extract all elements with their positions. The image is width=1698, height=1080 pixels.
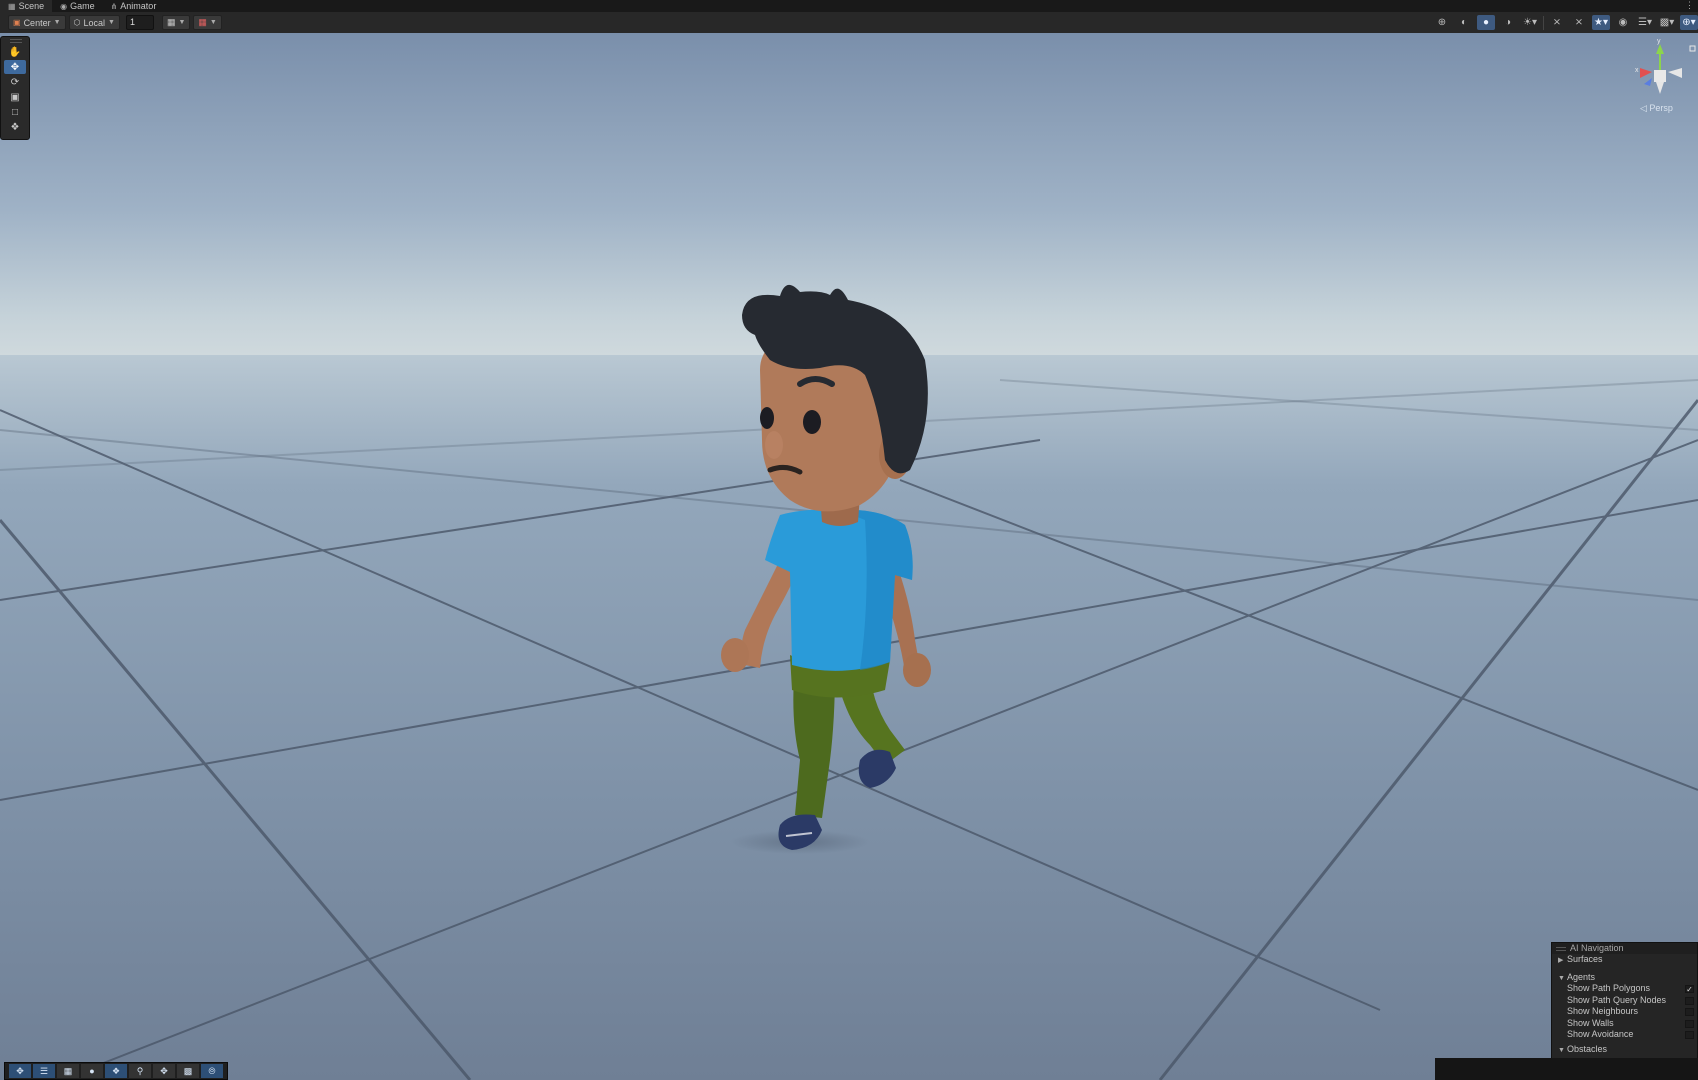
foldout-label: Surfaces — [1567, 954, 1603, 964]
space-dropdown[interactable]: ⬡ Local ▼ — [68, 15, 120, 30]
camera-icon[interactable]: ▩ — [177, 1064, 199, 1078]
option-label: Show Neighbours — [1567, 1006, 1639, 1016]
option-show-path-polygons[interactable]: Show Path Polygons ✓ — [1552, 983, 1697, 995]
overlay-grip-icon[interactable] — [1556, 947, 1566, 951]
tab-scene[interactable]: ▦ Scene — [0, 0, 53, 12]
bottom-overlay-toolbar: ✥ ☰ ▦ ● ❖ ⚲ ✥ ▩ ⦾ — [4, 1062, 228, 1080]
effects-toggle-icon[interactable]: ★▾ — [1592, 15, 1610, 30]
tab-bar: ▦ Scene ◉ Game ⋔ Animator ⋮ — [0, 0, 1698, 12]
projection-toggle[interactable]: ◁ Persp — [1640, 103, 1673, 114]
shaded-icon[interactable]: ● — [1477, 15, 1495, 30]
tab-label: Scene — [18, 1, 45, 11]
camera-settings-icon[interactable]: ▩▾ — [1658, 15, 1676, 30]
option-label: Show Path Polygons — [1567, 983, 1651, 993]
hand-tool-icon[interactable]: ✋ — [4, 45, 26, 59]
grid-snap-dropdown[interactable]: ▦ ▼ — [161, 15, 191, 30]
layers-icon[interactable]: ☰▾ — [1636, 15, 1654, 30]
shaded-wireframe-icon[interactable]: ◐ — [1455, 15, 1473, 30]
option-show-neighbours[interactable]: Show Neighbours — [1552, 1006, 1697, 1018]
move-tool-icon[interactable]: ✥ — [4, 60, 26, 74]
gizmos-icon[interactable]: ⊕▾ — [1680, 15, 1698, 30]
surface-snap-icon[interactable]: ❖ — [105, 1064, 127, 1078]
space-label: Local — [83, 17, 106, 28]
overlay-title[interactable]: AI Navigation — [1552, 943, 1697, 954]
audio-toggle-icon[interactable]: ⨯ — [1570, 15, 1588, 30]
chevron-right-icon: ▶ — [1558, 957, 1564, 964]
lighting-toggle-icon[interactable]: ⨯ — [1548, 15, 1566, 30]
divider — [1543, 15, 1544, 30]
checkbox[interactable] — [1685, 1008, 1694, 1016]
tab-animator[interactable]: ⋔ Animator — [103, 0, 165, 12]
chevron-down-icon: ▼ — [108, 19, 115, 26]
svg-text:y: y — [1657, 38, 1661, 45]
tab-label: Game — [70, 1, 95, 11]
checkbox[interactable] — [1685, 1019, 1694, 1028]
scale-tool-icon[interactable]: ▣ — [4, 90, 26, 104]
scene-render — [0, 33, 1698, 1080]
chevron-down-icon: ▼ — [53, 19, 61, 26]
chevron-down-icon: ▼ — [178, 19, 186, 26]
wireframe-icon[interactable]: ⊕ — [1433, 15, 1451, 30]
chevron-down-icon: ▼ — [1558, 1046, 1565, 1054]
surfaces-foldout[interactable]: ▶ Surfaces — [1552, 954, 1697, 966]
panel-grip-icon[interactable] — [10, 39, 22, 43]
pivot-icon: ▣ — [13, 18, 21, 27]
option-label: Show Walls — [1567, 1017, 1614, 1028]
svg-text:x: x — [1635, 67, 1639, 74]
scene-icon: ▦ — [8, 1, 16, 11]
option-show-avoidance[interactable]: Show Avoidance — [1552, 1029, 1697, 1041]
visibility-icon[interactable]: ◉ — [1614, 15, 1632, 30]
view-options: ⊕ ◐ ● ◑ ☀▾ ⨯ ⨯ ★▾ ◉ ☰▾ ▩▾ ⊕▾ — [1429, 12, 1698, 33]
debug-draw-icon[interactable]: ☀▾ — [1521, 15, 1539, 30]
ai-navigation-overlay: AI Navigation ▶ Surfaces ▼ Agents Show Pat… — [1551, 942, 1698, 1060]
obstacles-foldout[interactable]: ▼ Obstacles — [1552, 1044, 1697, 1056]
foldout-label: Obstacles — [1567, 1043, 1608, 1054]
bottom-overlay-strip — [1435, 1058, 1698, 1080]
agents-foldout[interactable]: ▼ Agents — [1552, 972, 1697, 984]
lit-icon[interactable]: ◑ — [1499, 15, 1517, 30]
rotate-tool-icon[interactable]: ⟳ — [4, 75, 26, 89]
scene-toolbar: ▣ Center ▼ ⬡ Local ▼ 1 ▦ ▼ ▦ ▼ ⊕ ◐ ● ◑ ☀… — [0, 12, 1698, 34]
cube-icon: ⬡ — [73, 18, 81, 27]
checkbox[interactable] — [1685, 1031, 1694, 1039]
chevron-down-icon: ▼ — [209, 19, 217, 26]
transform-tool-icon[interactable]: ❖ — [4, 120, 26, 134]
grid-snap-icon[interactable]: ▦ — [57, 1064, 79, 1078]
tab-game[interactable]: ◉ Game — [52, 0, 103, 12]
sphere-icon[interactable]: ● — [81, 1064, 103, 1078]
pivot-dropdown[interactable]: ▣ Center ▼ — [8, 15, 66, 30]
checkbox-checked[interactable]: ✓ — [1685, 985, 1694, 994]
gamepad-icon: ◉ — [60, 1, 68, 11]
grid-icon: ▦ — [198, 17, 207, 27]
align-icon[interactable]: ☰ — [33, 1064, 55, 1078]
tab-menu-icon[interactable]: ⋮ — [1685, 0, 1694, 11]
option-label: Show Path Query Nodes — [1567, 994, 1667, 1005]
grid-snap-icon: ▦ — [166, 17, 176, 27]
search-icon[interactable]: ⚲ — [129, 1064, 151, 1078]
checkbox[interactable] — [1685, 996, 1694, 1005]
rect-tool-icon[interactable]: □ — [4, 105, 26, 119]
tab-label: Animator — [120, 1, 157, 11]
scene-viewport[interactable] — [0, 33, 1698, 1080]
animator-icon: ⋔ — [110, 1, 118, 11]
pivot-label: Center — [23, 17, 51, 28]
foldout-label: Agents — [1567, 971, 1596, 982]
option-show-path-query-nodes[interactable]: Show Path Query Nodes — [1552, 995, 1697, 1007]
overlay-title-text: AI Navigation — [1570, 943, 1624, 953]
option-show-walls[interactable]: Show Walls — [1552, 1018, 1697, 1030]
move-icon[interactable]: ✥ — [9, 1064, 31, 1078]
grid-size-input[interactable]: 1 — [125, 15, 154, 30]
pan-icon[interactable]: ✥ — [153, 1064, 175, 1078]
option-label: Show Avoidance — [1567, 1029, 1634, 1039]
compass-icon[interactable]: ⦾ — [201, 1064, 223, 1078]
grid-visibility-dropdown[interactable]: ▦ ▼ — [193, 15, 222, 30]
tools-panel: ✋ ✥ ⟳ ▣ □ ❖ — [0, 36, 30, 140]
